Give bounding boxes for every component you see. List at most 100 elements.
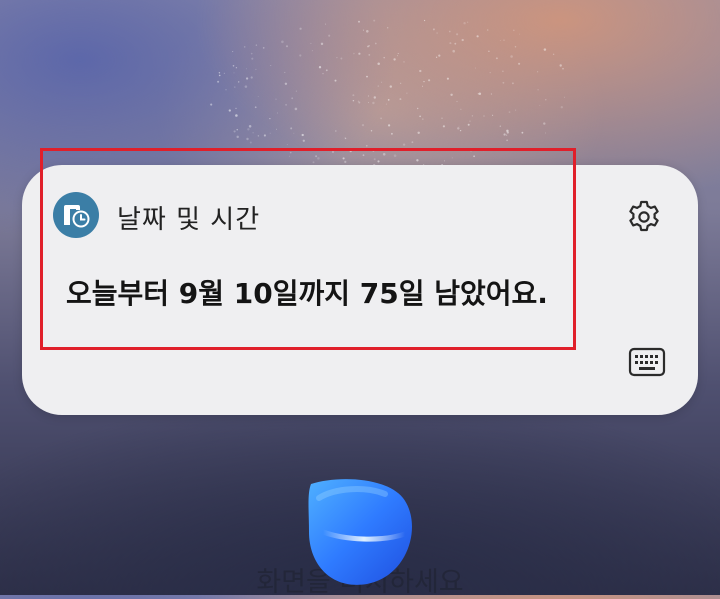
sparkle-dot: [432, 28, 435, 31]
sparkle-dot: [374, 149, 376, 151]
sparkle-dot: [508, 111, 511, 113]
sparkle-dot: [416, 159, 419, 162]
sparkle-dot: [246, 137, 249, 141]
sparkle-dot: [380, 117, 382, 120]
sparkle-dot: [562, 67, 564, 70]
sparkle-dot: [448, 30, 451, 33]
sparkle-dot: [302, 139, 305, 142]
sparkle-dot: [476, 35, 479, 38]
sparkle-dot: [311, 50, 313, 52]
sparkle-dot: [458, 125, 460, 127]
sparkle-dot: [340, 57, 343, 60]
sparkle-dot: [471, 115, 474, 117]
sparkle-dot: [372, 101, 375, 105]
sparkle-dot: [254, 106, 257, 109]
sparkle-dot: [467, 123, 470, 126]
sparkle-dot: [488, 50, 490, 53]
sparkle-dot: [463, 22, 466, 25]
sparkle-dot: [257, 135, 260, 137]
sparkle-dot: [450, 93, 453, 97]
sparkle-dot: [232, 65, 235, 67]
sparkle-dot: [250, 52, 253, 55]
sparkle-dot: [543, 48, 547, 51]
sparkle-dot: [362, 29, 364, 31]
sparkle-dot: [539, 104, 541, 106]
sparkle-dot: [244, 85, 248, 88]
sparkle-dot: [353, 52, 355, 55]
sparkle-dot: [295, 90, 297, 92]
sparkle-dot: [284, 71, 286, 74]
sparkle-dot: [387, 27, 389, 29]
sparkle-dot: [377, 160, 380, 163]
sparkle-dot: [367, 101, 369, 103]
sparkle-dot: [469, 120, 471, 122]
sparkle-dot: [250, 76, 253, 79]
sparkle-dot: [515, 109, 517, 111]
sparkle-dot: [519, 33, 521, 35]
sparkle-dot: [518, 62, 521, 65]
settings-button[interactable]: [621, 196, 667, 238]
sparkle-dot: [301, 133, 304, 137]
sparkle-dot: [444, 160, 445, 162]
keyboard-button[interactable]: [624, 342, 670, 382]
calendar-clock-icon: [53, 192, 99, 238]
sparkle-dot: [478, 92, 482, 96]
sparkle-dot: [419, 69, 422, 73]
sparkle-dot: [328, 34, 331, 37]
sparkle-dot: [502, 81, 505, 84]
sparkle-dot: [461, 38, 464, 42]
sparkle-dot: [269, 117, 271, 120]
sparkle-dot: [483, 115, 485, 117]
sparkle-dot: [322, 73, 324, 75]
sparkle-dot: [545, 99, 547, 101]
sparkle-dot: [424, 19, 426, 22]
sparkle-dot: [502, 70, 504, 72]
sparkle-dot: [225, 89, 227, 91]
sparkle-dot: [275, 98, 277, 100]
sparkle-dot: [486, 29, 489, 31]
sparkle-dot: [358, 20, 360, 23]
keyboard-icon: [628, 347, 666, 377]
sparkle-dot: [318, 66, 322, 69]
sparkle-dot: [233, 130, 236, 133]
sparkle-dot: [235, 114, 238, 117]
sparkle-dot: [438, 54, 441, 57]
sparkle-dot: [422, 85, 424, 87]
sparkle-dot: [416, 107, 419, 110]
sparkle-dot: [366, 30, 369, 33]
sparkle-dot: [406, 92, 408, 94]
sparkle-dot: [385, 103, 387, 105]
sparkle-dot: [293, 132, 295, 134]
sparkle-dot: [393, 58, 396, 61]
sparkle-dot: [397, 55, 398, 57]
sparkle-dot: [255, 44, 258, 46]
sparkle-dot: [320, 42, 324, 46]
sparkle-dot: [285, 45, 289, 48]
sparkle-dot: [247, 128, 250, 131]
sparkle-dot: [317, 157, 320, 160]
sparkle-dot: [390, 132, 393, 135]
sparkle-dot: [490, 93, 493, 95]
sparkle-dot: [252, 132, 254, 134]
sparkle-dot: [373, 158, 376, 161]
sparkle-dot: [255, 68, 257, 70]
sparkle-dot: [372, 149, 375, 152]
sparkle-dot: [299, 54, 302, 57]
sparkle-dot: [367, 45, 369, 48]
sparkle-dot: [218, 74, 221, 77]
sparkle-dot: [377, 85, 380, 87]
sparkle-dot: [511, 82, 514, 85]
sparkle-dot: [428, 79, 431, 82]
sparkle-dot: [262, 47, 265, 49]
sparkle-dot: [397, 53, 399, 54]
assistant-button[interactable]: [305, 476, 417, 590]
sparkle-dot: [352, 99, 355, 102]
sparkle-dot: [210, 103, 213, 106]
sparkle-dot: [435, 56, 438, 58]
sparkle-dot: [419, 115, 421, 118]
sparkle-dot: [503, 39, 505, 41]
sparkle-dot: [377, 62, 380, 66]
sparkle-dot: [248, 125, 252, 128]
sparkle-dot: [228, 109, 231, 112]
sparkle-dot: [489, 71, 491, 74]
